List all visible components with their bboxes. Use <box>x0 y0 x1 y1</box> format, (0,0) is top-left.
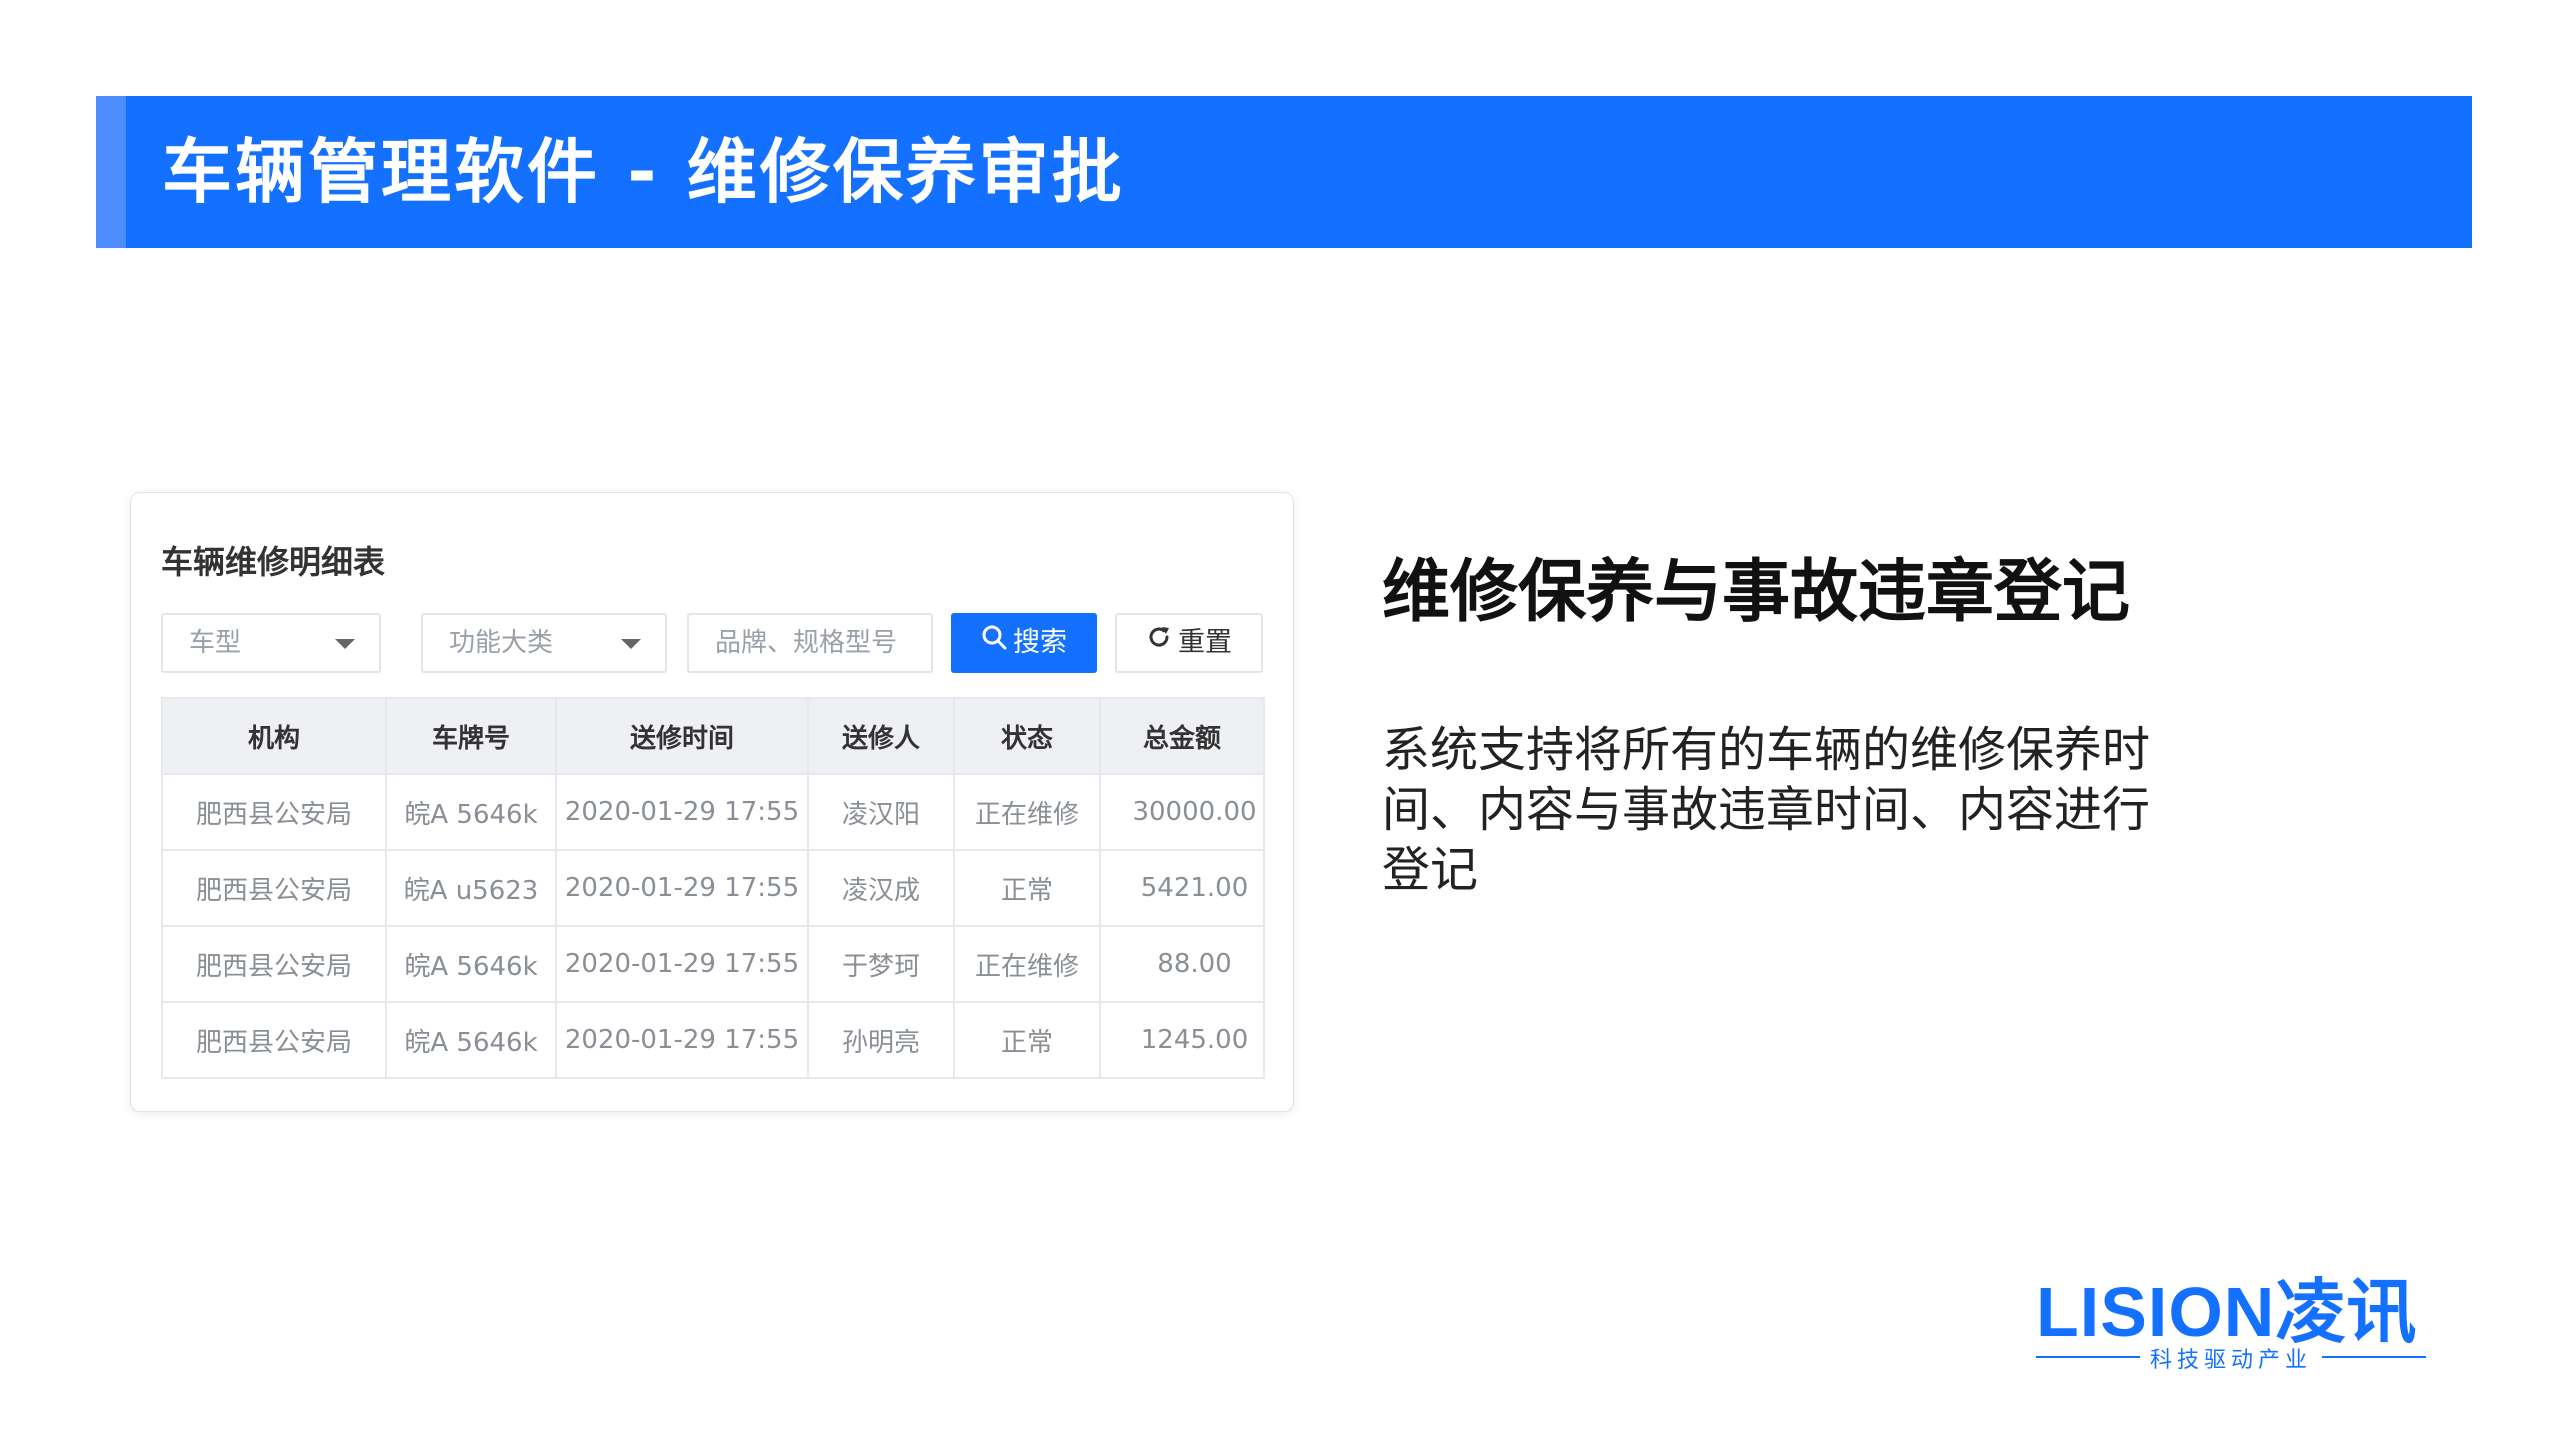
section-description: 系统支持将所有的车辆的维修保养时间、内容与事故违章时间、内容进行登记 <box>1382 722 2151 898</box>
banner-accent <box>96 96 126 248</box>
cell-status: 正在维修 <box>953 773 1101 851</box>
cell-time: 2020-01-29 17:55 <box>555 849 809 927</box>
cell-person: 凌汉成 <box>807 849 955 927</box>
search-icon <box>981 612 1007 672</box>
vehicle-type-select[interactable]: 车型 <box>161 613 381 673</box>
cell-status: 正常 <box>953 1001 1101 1079</box>
logo-divider-right <box>2322 1356 2426 1358</box>
cell-status: 正在维修 <box>953 925 1101 1003</box>
brand-model-input[interactable]: 品牌、规格型号 <box>687 613 933 673</box>
cell-org: 肥西县公安局 <box>161 1001 387 1079</box>
table-header-row: 机构 车牌号 送修时间 送修人 状态 总金额 <box>161 697 1265 775</box>
table-row[interactable]: 肥西县公安局 皖A 5646k 2020-01-29 17:55 凌汉阳 正在维… <box>161 773 1265 851</box>
column-header-time: 送修时间 <box>555 697 809 775</box>
cell-amount: 1245.00 <box>1099 1001 1265 1079</box>
cell-amount: 5421.00 <box>1099 849 1265 927</box>
section-title: 维修保养与事故违章登记 <box>1382 553 2131 632</box>
repair-table: 机构 车牌号 送修时间 送修人 状态 总金额 肥西县公安局 皖A 5646k 2… <box>161 697 1265 1079</box>
cell-plate: 皖A 5646k <box>385 1001 557 1079</box>
chevron-down-icon <box>335 639 355 649</box>
reset-button[interactable]: 重置 <box>1115 613 1263 673</box>
cell-amount: 30000.00 <box>1099 773 1265 851</box>
refresh-icon <box>1146 614 1172 670</box>
cell-org: 肥西县公安局 <box>161 773 387 851</box>
cell-person: 于梦珂 <box>807 925 955 1003</box>
cell-plate: 皖A u5623 <box>385 849 557 927</box>
brand-model-placeholder: 品牌、规格型号 <box>715 628 898 658</box>
column-header-status: 状态 <box>953 697 1101 775</box>
column-header-person: 送修人 <box>807 697 955 775</box>
function-category-select[interactable]: 功能大类 <box>421 613 667 673</box>
card-title: 车辆维修明细表 <box>161 543 386 581</box>
chevron-down-icon <box>621 639 641 649</box>
cell-plate: 皖A 5646k <box>385 773 557 851</box>
logo-divider-left <box>2036 1356 2140 1358</box>
page-title: 车辆管理软件 - 维修保养审批 <box>162 131 1125 213</box>
cell-time: 2020-01-29 17:55 <box>555 773 809 851</box>
function-category-placeholder: 功能大类 <box>449 628 554 658</box>
cell-status: 正常 <box>953 849 1101 927</box>
repair-detail-card: 车辆维修明细表 车型 功能大类 品牌、规格型号 搜索 重置 机构 车牌号 送修时… <box>130 492 1294 1112</box>
header-banner: 车辆管理软件 - 维修保养审批 <box>96 96 2472 248</box>
column-header-amount: 总金额 <box>1099 697 1265 775</box>
cell-amount: 88.00 <box>1099 925 1265 1003</box>
vehicle-type-placeholder: 车型 <box>189 628 242 658</box>
cell-person: 凌汉阳 <box>807 773 955 851</box>
cell-person: 孙明亮 <box>807 1001 955 1079</box>
table-row[interactable]: 肥西县公安局 皖A u5623 2020-01-29 17:55 凌汉成 正常 … <box>161 849 1265 927</box>
column-header-plate: 车牌号 <box>385 697 557 775</box>
brand-logo: LISION凌讯 科技驱动产业 <box>2036 1272 2426 1382</box>
cell-org: 肥西县公安局 <box>161 849 387 927</box>
table-row[interactable]: 肥西县公安局 皖A 5646k 2020-01-29 17:55 于梦珂 正在维… <box>161 925 1265 1003</box>
table-row[interactable]: 肥西县公安局 皖A 5646k 2020-01-29 17:55 孙明亮 正常 … <box>161 1001 1265 1079</box>
column-header-org: 机构 <box>161 697 387 775</box>
cell-time: 2020-01-29 17:55 <box>555 925 809 1003</box>
cell-org: 肥西县公安局 <box>161 925 387 1003</box>
logo-wordmark: LISION凌讯 <box>2036 1273 2418 1351</box>
logo-slogan: 科技驱动产业 <box>2149 1348 2312 1373</box>
search-button[interactable]: 搜索 <box>951 613 1097 673</box>
search-button-label: 搜索 <box>1013 627 1067 658</box>
cell-plate: 皖A 5646k <box>385 925 557 1003</box>
reset-button-label: 重置 <box>1178 627 1232 658</box>
cell-time: 2020-01-29 17:55 <box>555 1001 809 1079</box>
